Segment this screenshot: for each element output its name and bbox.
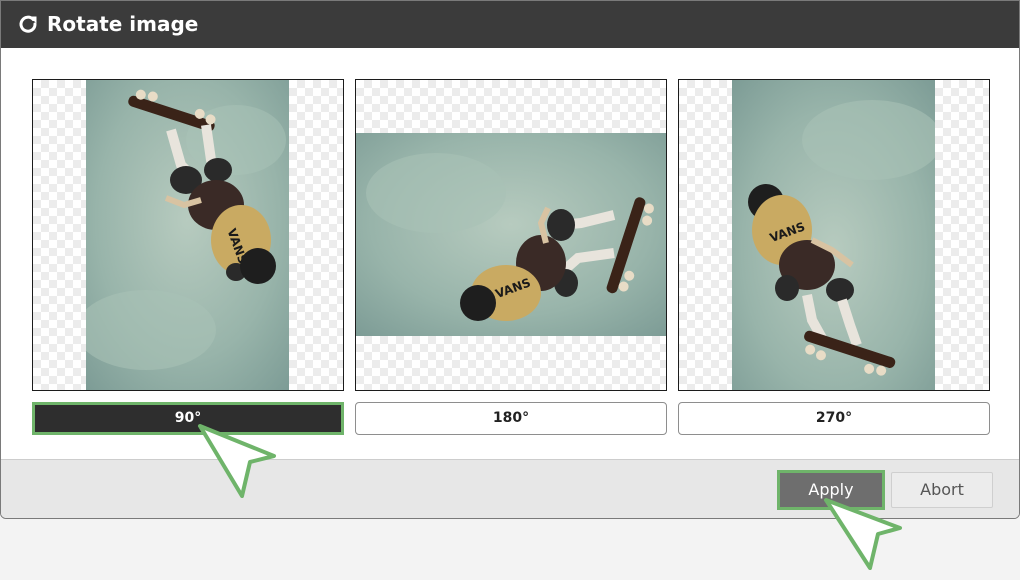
abort-button[interactable]: Abort — [891, 472, 993, 508]
rotate-icon — [19, 15, 37, 33]
rotate-90-button[interactable]: 90° — [32, 402, 344, 435]
dialog-title: Rotate image — [47, 12, 199, 36]
preview-90[interactable]: VANS — [32, 79, 344, 391]
preview-180[interactable]: VANS — [355, 79, 667, 391]
apply-button[interactable]: Apply — [777, 470, 885, 510]
rotated-photo: VANS — [86, 80, 289, 390]
rotate-image-dialog: Rotate image VANS VANS VANS 90° 180° 270… — [0, 0, 1020, 519]
rotated-photo: VANS — [732, 80, 935, 390]
rotate-180-button[interactable]: 180° — [355, 402, 667, 435]
rotated-photo: VANS — [356, 133, 666, 336]
dialog-titlebar: Rotate image — [1, 1, 1019, 48]
preview-270[interactable]: VANS — [678, 79, 990, 391]
rotate-270-button[interactable]: 270° — [678, 402, 990, 435]
